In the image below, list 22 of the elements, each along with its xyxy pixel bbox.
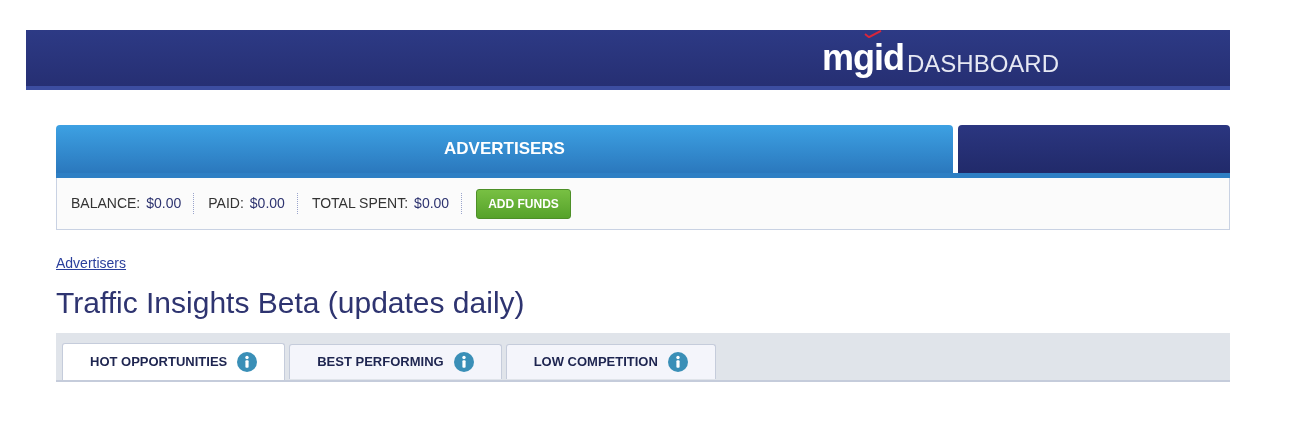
page-title: Traffic Insights Beta (updates daily) (56, 285, 526, 321)
check-icon (862, 29, 884, 38)
stat-label: PAID: (208, 194, 244, 213)
stat-label: BALANCE: (71, 194, 141, 213)
breadcrumb-link[interactable]: Advertisers (56, 255, 127, 271)
info-icon (453, 352, 474, 372)
logo: mgid (822, 36, 904, 78)
main-tab[interactable] (958, 125, 1230, 173)
tab-label: BEST PERFORMING (317, 353, 444, 372)
sub-tab[interactable]: BEST PERFORMING (289, 344, 502, 379)
info-icon (237, 352, 258, 372)
info-icon (667, 352, 688, 372)
stat-label: TOTAL SPENT: (311, 194, 409, 213)
stat-value: $0.00 (249, 194, 285, 213)
stat-value: $0.00 (414, 194, 450, 213)
main-tab[interactable]: ADVERTISERS (56, 125, 953, 173)
tab-label: LOW COMPETITION (533, 353, 658, 372)
tab-label: HOT OPPORTUNITIES (90, 353, 228, 372)
sub-tab[interactable]: LOW COMPETITION (505, 344, 716, 379)
dashboard-title: DASHBOARD (907, 51, 1060, 76)
stat-value: $0.00 (146, 194, 182, 213)
sub-tab[interactable]: HOT OPPORTUNITIES (62, 343, 286, 380)
